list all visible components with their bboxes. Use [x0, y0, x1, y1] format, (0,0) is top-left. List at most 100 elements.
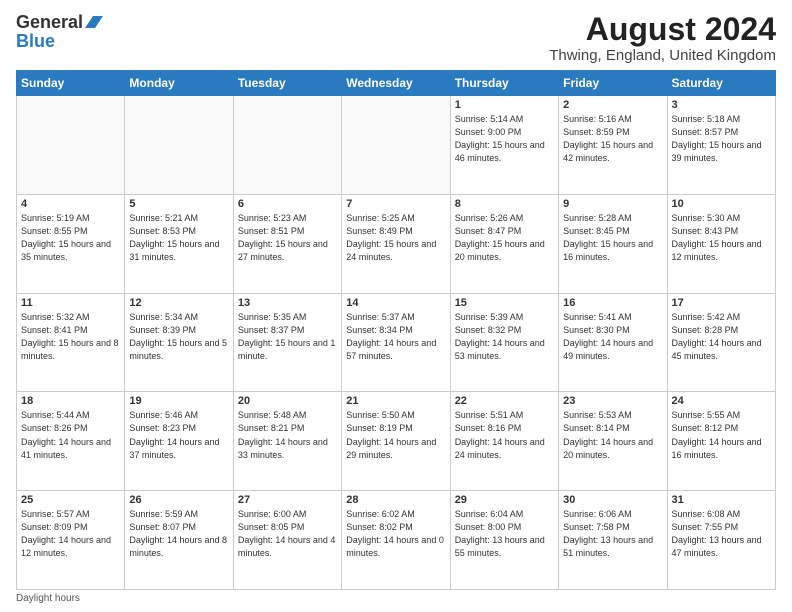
daylight-hours-label: Daylight hours — [16, 593, 80, 604]
day-info: Sunrise: 5:50 AMSunset: 8:19 PMDaylight:… — [346, 409, 445, 461]
day-info: Sunrise: 5:30 AMSunset: 8:43 PMDaylight:… — [672, 212, 771, 264]
page: General Blue August 2024 Thwing, England… — [0, 0, 792, 612]
day-number: 28 — [346, 494, 445, 506]
sunset-text: Sunset: 8:19 PM — [346, 423, 413, 433]
day-cell: 11Sunrise: 5:32 AMSunset: 8:41 PMDayligh… — [17, 293, 125, 392]
daylight-text: Daylight: 15 hours and 35 minutes. — [21, 239, 111, 262]
sunset-text: Sunset: 8:39 PM — [129, 325, 196, 335]
sunrise-text: Sunrise: 5:25 AM — [346, 213, 415, 223]
sunrise-text: Sunrise: 5:26 AM — [455, 213, 524, 223]
day-number: 25 — [21, 494, 120, 506]
day-info: Sunrise: 6:00 AM Sunset: 8:05 PM Daylight:… — [238, 508, 337, 560]
day-number: 7 — [346, 198, 445, 210]
day-info: Sunrise: 5:35 AMSunset: 8:37 PMDaylight:… — [238, 311, 337, 363]
day-cell: 3Sunrise: 5:18 AMSunset: 8:57 PMDaylight… — [667, 96, 775, 195]
sunset-text: Sunset: 7:58 PM — [563, 522, 630, 532]
day-info: Sunrise: 5:39 AMSunset: 8:32 PMDaylight:… — [455, 311, 554, 363]
day-info: Sunrise: 5:59 AM Sunset: 8:07 PM Daylight:… — [129, 508, 228, 560]
sunset-text: Sunset: 8:53 PM — [129, 226, 196, 236]
daylight-text: Daylight: 14 hours and 41 minutes. — [21, 437, 111, 460]
day-number: 14 — [346, 297, 445, 309]
sunset-text: Sunset: 8:02 PM — [346, 522, 413, 532]
daylight-text: Daylight: 15 hours and 31 minutes. — [129, 239, 219, 262]
day-cell: 1 Sunrise: 5:14 AMSunset: 9:00 PMDaylight… — [450, 96, 558, 195]
sunrise-text: Sunrise: 6:06 AM — [563, 509, 632, 519]
week-row-4: 18Sunrise: 5:44 AMSunset: 8:26 PMDayligh… — [17, 392, 776, 491]
day-info: Sunrise: 5:16 AMSunset: 8:59 PMDaylight:… — [563, 113, 662, 165]
sunrise-text: Sunrise: 6:08 AM — [672, 509, 741, 519]
daylight-text: Daylight: 15 hours and 16 minutes. — [563, 239, 653, 262]
day-number: 16 — [563, 297, 662, 309]
sunset-text: Sunset: 8:05 PM — [238, 522, 305, 532]
col-header-thursday: Thursday — [450, 71, 558, 96]
daylight-text: Daylight: 15 hours and 1 minute. — [238, 338, 336, 361]
sunset-text: Sunset: 8:07 PM — [129, 522, 196, 532]
daylight-text: Daylight: 15 hours and 27 minutes. — [238, 239, 328, 262]
day-number: 3 — [672, 99, 771, 111]
day-number: 5 — [129, 198, 228, 210]
daylight-text: Daylight: 14 hours and 37 minutes. — [129, 437, 219, 460]
daylight-text: Daylight: 14 hours and 20 minutes. — [563, 437, 653, 460]
day-info: Sunrise: 5:26 AMSunset: 8:47 PMDaylight:… — [455, 212, 554, 264]
day-number: 1 — [455, 99, 554, 111]
day-cell: 26 Sunrise: 5:59 AM Sunset: 8:07 PM Dayligh… — [125, 491, 233, 590]
daylight-text: Daylight: 14 hours and 4 minutes. — [238, 535, 336, 558]
day-cell: 20Sunrise: 5:48 AMSunset: 8:21 PMDayligh… — [233, 392, 341, 491]
sunrise-text: Sunrise: 5:32 AM — [21, 312, 90, 322]
daylight-text: Daylight: 14 hours and 24 minutes. — [455, 437, 545, 460]
week-row-5: 25Sunrise: 5:57 AMSunset: 8:09 PMDayligh… — [17, 491, 776, 590]
daylight-text: Daylight: 14 hours and 45 minutes. — [672, 338, 762, 361]
sunrise-text: Sunrise: 5:34 AM — [129, 312, 198, 322]
title-block: August 2024 Thwing, England, United King… — [549, 12, 776, 64]
daylight-text: Daylight: 15 hours and 42 minutes. — [563, 140, 653, 163]
day-cell: 10 Sunrise: 5:30 AMSunset: 8:43 PMDayligh… — [667, 194, 775, 293]
sunrise-text: Sunrise: 6:00 AM — [238, 509, 307, 519]
daylight-text: Daylight: 14 hours and 0 minutes. — [346, 535, 444, 558]
day-number: 19 — [129, 395, 228, 407]
sunrise-text: Sunrise: 5:19 AM — [21, 213, 90, 223]
sunset-text: Sunset: 8:34 PM — [346, 325, 413, 335]
week-row-2: 4 Sunrise: 5:19 AM Sunset: 8:55 PM Daylight… — [17, 194, 776, 293]
sunset-text: Sunset: 8:23 PM — [129, 423, 196, 433]
day-number: 4 — [21, 198, 120, 210]
day-cell — [342, 96, 450, 195]
day-cell — [125, 96, 233, 195]
sunset-text: Sunset: 8:57 PM — [672, 127, 739, 137]
day-number: 24 — [672, 395, 771, 407]
day-cell: 28Sunrise: 6:02 AMSunset: 8:02 PMDayligh… — [342, 491, 450, 590]
day-number: 10 — [672, 198, 771, 210]
daylight-text: Daylight: 14 hours and 29 minutes. — [346, 437, 436, 460]
calendar-header-row: SundayMondayTuesdayWednesdayThursdayFrid… — [17, 71, 776, 96]
sunrise-text: Sunrise: 5:46 AM — [129, 410, 198, 420]
sunrise-text: Sunrise: 5:51 AM — [455, 410, 524, 420]
sunset-text: Sunset: 8:55 PM — [21, 226, 88, 236]
day-number: 26 — [129, 494, 228, 506]
sunrise-text: Sunrise: 5:59 AM — [129, 509, 198, 519]
day-info: Sunrise: 5:53 AM Sunset: 8:14 PM Daylight:… — [563, 409, 662, 461]
day-info: Sunrise: 5:44 AMSunset: 8:26 PMDaylight:… — [21, 409, 120, 461]
sunrise-text: Sunrise: 5:23 AM — [238, 213, 307, 223]
col-header-friday: Friday — [559, 71, 667, 96]
day-number: 13 — [238, 297, 337, 309]
day-number: 23 — [563, 395, 662, 407]
day-cell: 4 Sunrise: 5:19 AM Sunset: 8:55 PM Daylight… — [17, 194, 125, 293]
main-title: August 2024 — [549, 12, 776, 47]
sunset-text: Sunset: 8:14 PM — [563, 423, 630, 433]
day-cell: 31Sunrise: 6:08 AMSunset: 7:55 PMDayligh… — [667, 491, 775, 590]
day-info: Sunrise: 5:14 AMSunset: 9:00 PMDaylight:… — [455, 113, 554, 165]
daylight-text: Daylight: 14 hours and 49 minutes. — [563, 338, 653, 361]
sunrise-text: Sunrise: 5:39 AM — [455, 312, 524, 322]
day-cell: 6Sunrise: 5:23 AMSunset: 8:51 PMDaylight… — [233, 194, 341, 293]
day-cell: 5 Sunrise: 5:21 AMSunset: 8:53 PMDaylight… — [125, 194, 233, 293]
sunrise-text: Sunrise: 5:18 AM — [672, 114, 741, 124]
day-info: Sunrise: 5:21 AMSunset: 8:53 PMDaylight:… — [129, 212, 228, 264]
sunrise-text: Sunrise: 5:37 AM — [346, 312, 415, 322]
logo-icon — [85, 14, 103, 30]
sunset-text: Sunset: 8:28 PM — [672, 325, 739, 335]
day-cell: 23 Sunrise: 5:53 AM Sunset: 8:14 PM Dayligh… — [559, 392, 667, 491]
day-number: 27 — [238, 494, 337, 506]
sunrise-text: Sunrise: 5:53 AM — [563, 410, 632, 420]
sunset-text: Sunset: 7:55 PM — [672, 522, 739, 532]
daylight-text: Daylight: 15 hours and 12 minutes. — [672, 239, 762, 262]
daylight-text: Daylight: 14 hours and 8 minutes. — [129, 535, 227, 558]
